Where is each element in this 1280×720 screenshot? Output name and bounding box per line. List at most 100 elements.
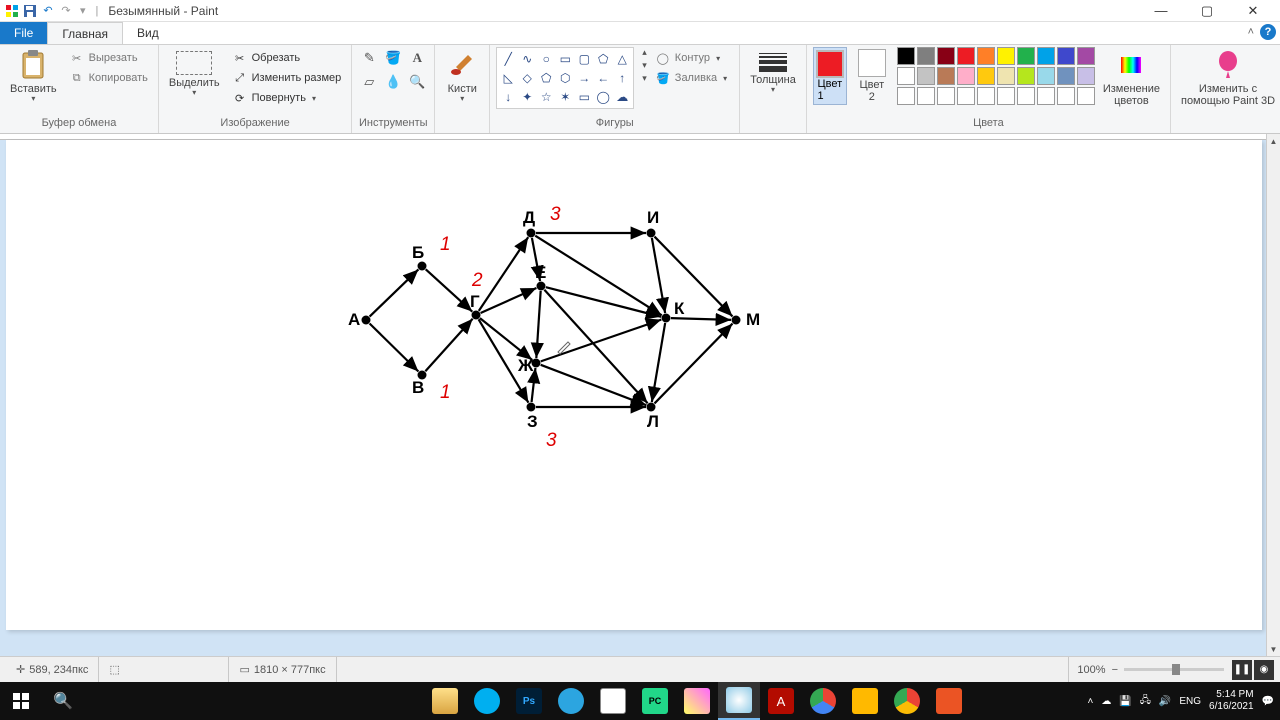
collapse-ribbon-icon[interactable]: ˄ [1248,26,1254,38]
palette-swatch[interactable] [917,67,935,85]
help-icon[interactable]: ? [1260,24,1276,40]
app-chrome-canary[interactable] [886,682,928,720]
outline-button[interactable]: ◯Контур [651,49,731,67]
palette-swatch[interactable] [957,87,975,105]
palette-swatch[interactable] [1077,67,1095,85]
palette-swatch[interactable] [937,67,955,85]
canvas[interactable]: АБВГДЕЖЗИКЛМ11233 [6,140,1262,630]
palette-swatch[interactable] [1057,67,1075,85]
palette-swatch[interactable] [1017,47,1035,65]
search-button[interactable]: 🔍 [42,682,84,720]
edit-colors-button[interactable]: Изменение цветов [1099,47,1164,109]
shapes-scroll-up[interactable]: ▴ [642,47,647,58]
shape-5star[interactable]: ☆ [537,88,555,106]
app-photoshop[interactable]: Ps [508,682,550,720]
tray-chevron-icon[interactable]: ˄ [1087,696,1093,707]
palette-swatch[interactable] [1017,67,1035,85]
app-chrome[interactable] [802,682,844,720]
scroll-down-icon[interactable]: ▼ [1267,642,1280,656]
app-skype[interactable] [466,682,508,720]
app-pycharm[interactable]: PC [634,682,676,720]
palette-swatch[interactable] [897,87,915,105]
shape-4star[interactable]: ✦ [518,88,536,106]
palette-swatch[interactable] [977,67,995,85]
palette-swatch[interactable] [997,47,1015,65]
app-acrobat[interactable]: A [760,682,802,720]
magnifier-tool[interactable]: 🔍 [406,71,428,93]
rotate-button[interactable]: ⟳Повернуть [228,89,346,107]
app-paint[interactable] [718,682,760,720]
copy-button[interactable]: ⧉Копировать [65,69,152,87]
tray-onedrive-icon[interactable]: ☁ [1101,696,1111,707]
shape-diamond[interactable]: ◇ [518,69,536,87]
app-telegram[interactable] [550,682,592,720]
tray-volume-icon[interactable]: 🔊 [1159,696,1171,707]
shape-ocallout[interactable]: ◯ [594,88,612,106]
palette-swatch[interactable] [917,47,935,65]
shape-roundrect[interactable]: ▢ [575,50,593,68]
save-icon[interactable] [22,3,38,19]
text-tool[interactable]: A [406,47,428,69]
palette-swatch[interactable] [897,47,915,65]
palette-swatch[interactable] [977,87,995,105]
palette-swatch[interactable] [977,47,995,65]
shapes-gallery[interactable]: ╱∿○▭▢⬠△ ◺◇⬠⬡→←↑ ↓✦☆✶▭◯☁ [496,47,634,109]
redo-icon[interactable]: ↷ [58,3,74,19]
color1-button[interactable]: Цвет 1 [813,47,847,105]
cut-button[interactable]: ✂Вырезать [65,49,152,67]
shape-rcallout[interactable]: ▭ [575,88,593,106]
shapes-scroll-down[interactable]: ▾ [642,60,647,71]
paint3d-button[interactable]: Изменить с помощью Paint 3D [1177,47,1279,109]
scroll-up-icon[interactable]: ▲ [1267,134,1280,148]
palette-swatch[interactable] [917,87,935,105]
close-button[interactable]: ✕ [1230,0,1276,22]
color2-button[interactable]: Цвет 2 [851,47,893,105]
vertical-scrollbar[interactable]: ▲ ▼ [1266,134,1280,656]
palette-swatch[interactable] [997,67,1015,85]
palette-swatch[interactable] [1057,87,1075,105]
shape-tri[interactable]: △ [613,50,631,68]
palette-swatch[interactable] [957,47,975,65]
shape-6star[interactable]: ✶ [556,88,574,106]
shape-line[interactable]: ╱ [499,50,517,68]
app-store[interactable] [844,682,886,720]
resize-button[interactable]: ⤢Изменить размер [228,69,346,87]
tab-home[interactable]: Главная [47,22,123,44]
palette-swatch[interactable] [957,67,975,85]
select-button[interactable]: Выделить ▾ [165,47,224,99]
zoom-slider[interactable] [1124,668,1224,671]
palette-swatch[interactable] [1077,87,1095,105]
app-photos[interactable] [676,682,718,720]
picker-tool[interactable]: 💧 [382,71,404,93]
crop-button[interactable]: ✂Обрезать [228,49,346,67]
shape-oval[interactable]: ○ [537,50,555,68]
zoom-thumb[interactable] [1172,664,1180,675]
fill-button[interactable]: 🪣Заливка [651,69,731,87]
palette-swatch[interactable] [1037,47,1055,65]
eraser-tool[interactable]: ▱ [358,71,380,93]
palette-swatch[interactable] [1057,47,1075,65]
shape-poly[interactable]: ⬠ [594,50,612,68]
shape-pent[interactable]: ⬠ [537,69,555,87]
minimize-button[interactable]: — [1138,0,1184,22]
tab-view[interactable]: Вид [123,22,173,44]
shape-rect[interactable]: ▭ [556,50,574,68]
palette-swatch[interactable] [897,67,915,85]
paste-button[interactable]: Вставить ▾ [6,47,61,105]
palette-swatch[interactable] [1017,87,1035,105]
shape-cloud[interactable]: ☁ [613,88,631,106]
shape-rtri[interactable]: ◺ [499,69,517,87]
app-explorer[interactable] [424,682,466,720]
tray-usb-icon[interactable]: 💾 [1119,696,1131,707]
shape-uarrow[interactable]: ↑ [613,69,631,87]
shape-hex[interactable]: ⬡ [556,69,574,87]
pencil-tool[interactable]: ✎ [358,47,380,69]
size-button[interactable]: Толщина ▾ [746,47,800,96]
app-faststone[interactable] [928,682,970,720]
maximize-button[interactable]: ▢ [1184,0,1230,22]
shape-larrow[interactable]: ← [594,69,612,87]
app-notepad[interactable] [592,682,634,720]
shape-curve[interactable]: ∿ [518,50,536,68]
palette-swatch[interactable] [1037,87,1055,105]
tray-clock[interactable]: 5:14 PM 6/16/2021 [1209,689,1254,713]
